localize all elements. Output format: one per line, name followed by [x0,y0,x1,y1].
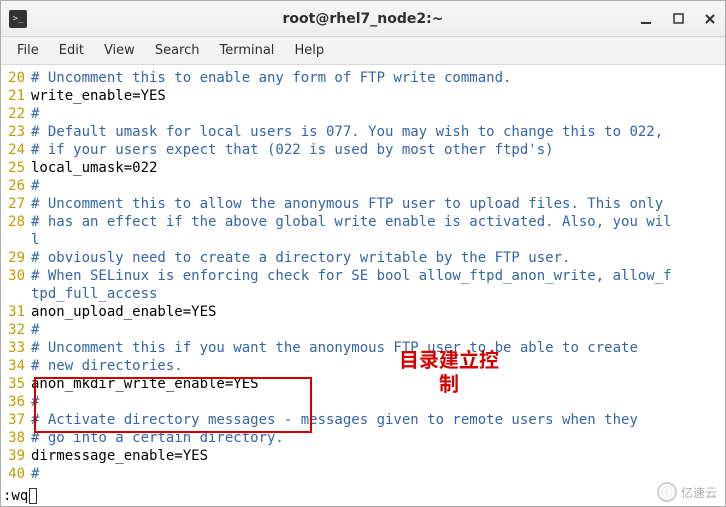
line-number: 39 [1,447,31,465]
vim-command-text: :wq [3,488,28,504]
line-number: 27 [1,195,31,213]
code-text: # [31,177,39,195]
line-number: 32 [1,321,31,339]
line-number: 34 [1,357,31,375]
line-number: 22 [1,105,31,123]
code-text: # Uncomment this to allow the anonymous … [31,195,663,213]
code-text: # obviously need to create a directory w… [31,249,570,267]
maximize-button[interactable] [671,12,685,26]
vim-command-line[interactable]: :wq [1,486,725,506]
code-text: # [31,321,39,339]
code-text: # [31,465,39,483]
code-line: 38# go into a certain directory. [1,429,725,447]
code-line: l [1,231,725,249]
code-text: local_umask=022 [31,159,157,177]
menu-file[interactable]: File [7,39,49,62]
line-number: 21 [1,87,31,105]
code-text: # go into a certain directory. [31,429,284,447]
code-line: 24# if your users expect that (022 is us… [1,141,725,159]
code-line: 27# Uncomment this to allow the anonymou… [1,195,725,213]
code-line: 36# [1,393,725,411]
code-line: 32# [1,321,725,339]
code-line: 29# obviously need to create a directory… [1,249,725,267]
line-number [1,285,31,303]
code-line: 28# has an effect if the above global wr… [1,213,725,231]
code-line: 37# Activate directory messages - messag… [1,411,725,429]
code-line: 20# Uncomment this to enable any form of… [1,69,725,87]
menubar: File Edit View Search Terminal Help [1,37,725,65]
menu-view[interactable]: View [94,39,145,62]
menu-help[interactable]: Help [284,39,334,62]
menu-edit[interactable]: Edit [49,39,94,62]
line-number: 35 [1,375,31,393]
window-controls [639,12,717,26]
code-line: 26# [1,177,725,195]
code-text: # Uncomment this if you want the anonymo… [31,339,638,357]
line-number: 28 [1,213,31,231]
code-text: dirmessage_enable=YES [31,447,208,465]
line-number: 33 [1,339,31,357]
code-text: anon_mkdir_write_enable=YES [31,375,259,393]
code-line: 35anon_mkdir_write_enable=YES [1,375,725,393]
line-number [1,231,31,249]
terminal-app-icon [9,10,27,28]
line-number: 23 [1,123,31,141]
code-line: 23# Default umask for local users is 077… [1,123,725,141]
code-line: 21write_enable=YES [1,87,725,105]
code-line: 25local_umask=022 [1,159,725,177]
code-line: tpd_full_access [1,285,725,303]
line-number: 30 [1,267,31,285]
code-text: # Uncomment this to enable any form of F… [31,69,511,87]
line-number: 31 [1,303,31,321]
code-text: tpd_full_access [31,285,157,303]
line-number: 25 [1,159,31,177]
editor-area[interactable]: 20# Uncomment this to enable any form of… [1,65,725,486]
code-text: # When SELinux is enforcing check for SE… [31,267,672,285]
minimize-button[interactable] [639,12,653,26]
code-line: 39dirmessage_enable=YES [1,447,725,465]
code-line: 33# Uncomment this if you want the anony… [1,339,725,357]
menu-terminal[interactable]: Terminal [209,39,284,62]
code-text: # if your users expect that (022 is used… [31,141,554,159]
line-number: 29 [1,249,31,267]
window-title: root@rhel7_node2:~ [1,11,725,27]
code-text: write_enable=YES [31,87,166,105]
code-text: l [31,231,39,249]
code-line: 30# When SELinux is enforcing check for … [1,267,725,285]
code-text: # Activate directory messages - messages… [31,411,638,429]
code-line: 40# [1,465,725,483]
line-number: 20 [1,69,31,87]
close-button[interactable] [703,12,717,26]
line-number: 38 [1,429,31,447]
code-text: # [31,393,39,411]
line-number: 24 [1,141,31,159]
code-text: # [31,105,39,123]
window-titlebar: root@rhel7_node2:~ [1,1,725,37]
code-text: anon_upload_enable=YES [31,303,216,321]
line-number: 37 [1,411,31,429]
cursor-icon [29,488,37,504]
code-line: 34# new directories. [1,357,725,375]
line-number: 40 [1,465,31,483]
code-text: # has an effect if the above global writ… [31,213,672,231]
code-line: 22# [1,105,725,123]
line-number: 36 [1,393,31,411]
code-line: 31anon_upload_enable=YES [1,303,725,321]
menu-search[interactable]: Search [145,39,210,62]
code-text: # new directories. [31,357,183,375]
line-number: 26 [1,177,31,195]
code-text: # Default umask for local users is 077. … [31,123,663,141]
